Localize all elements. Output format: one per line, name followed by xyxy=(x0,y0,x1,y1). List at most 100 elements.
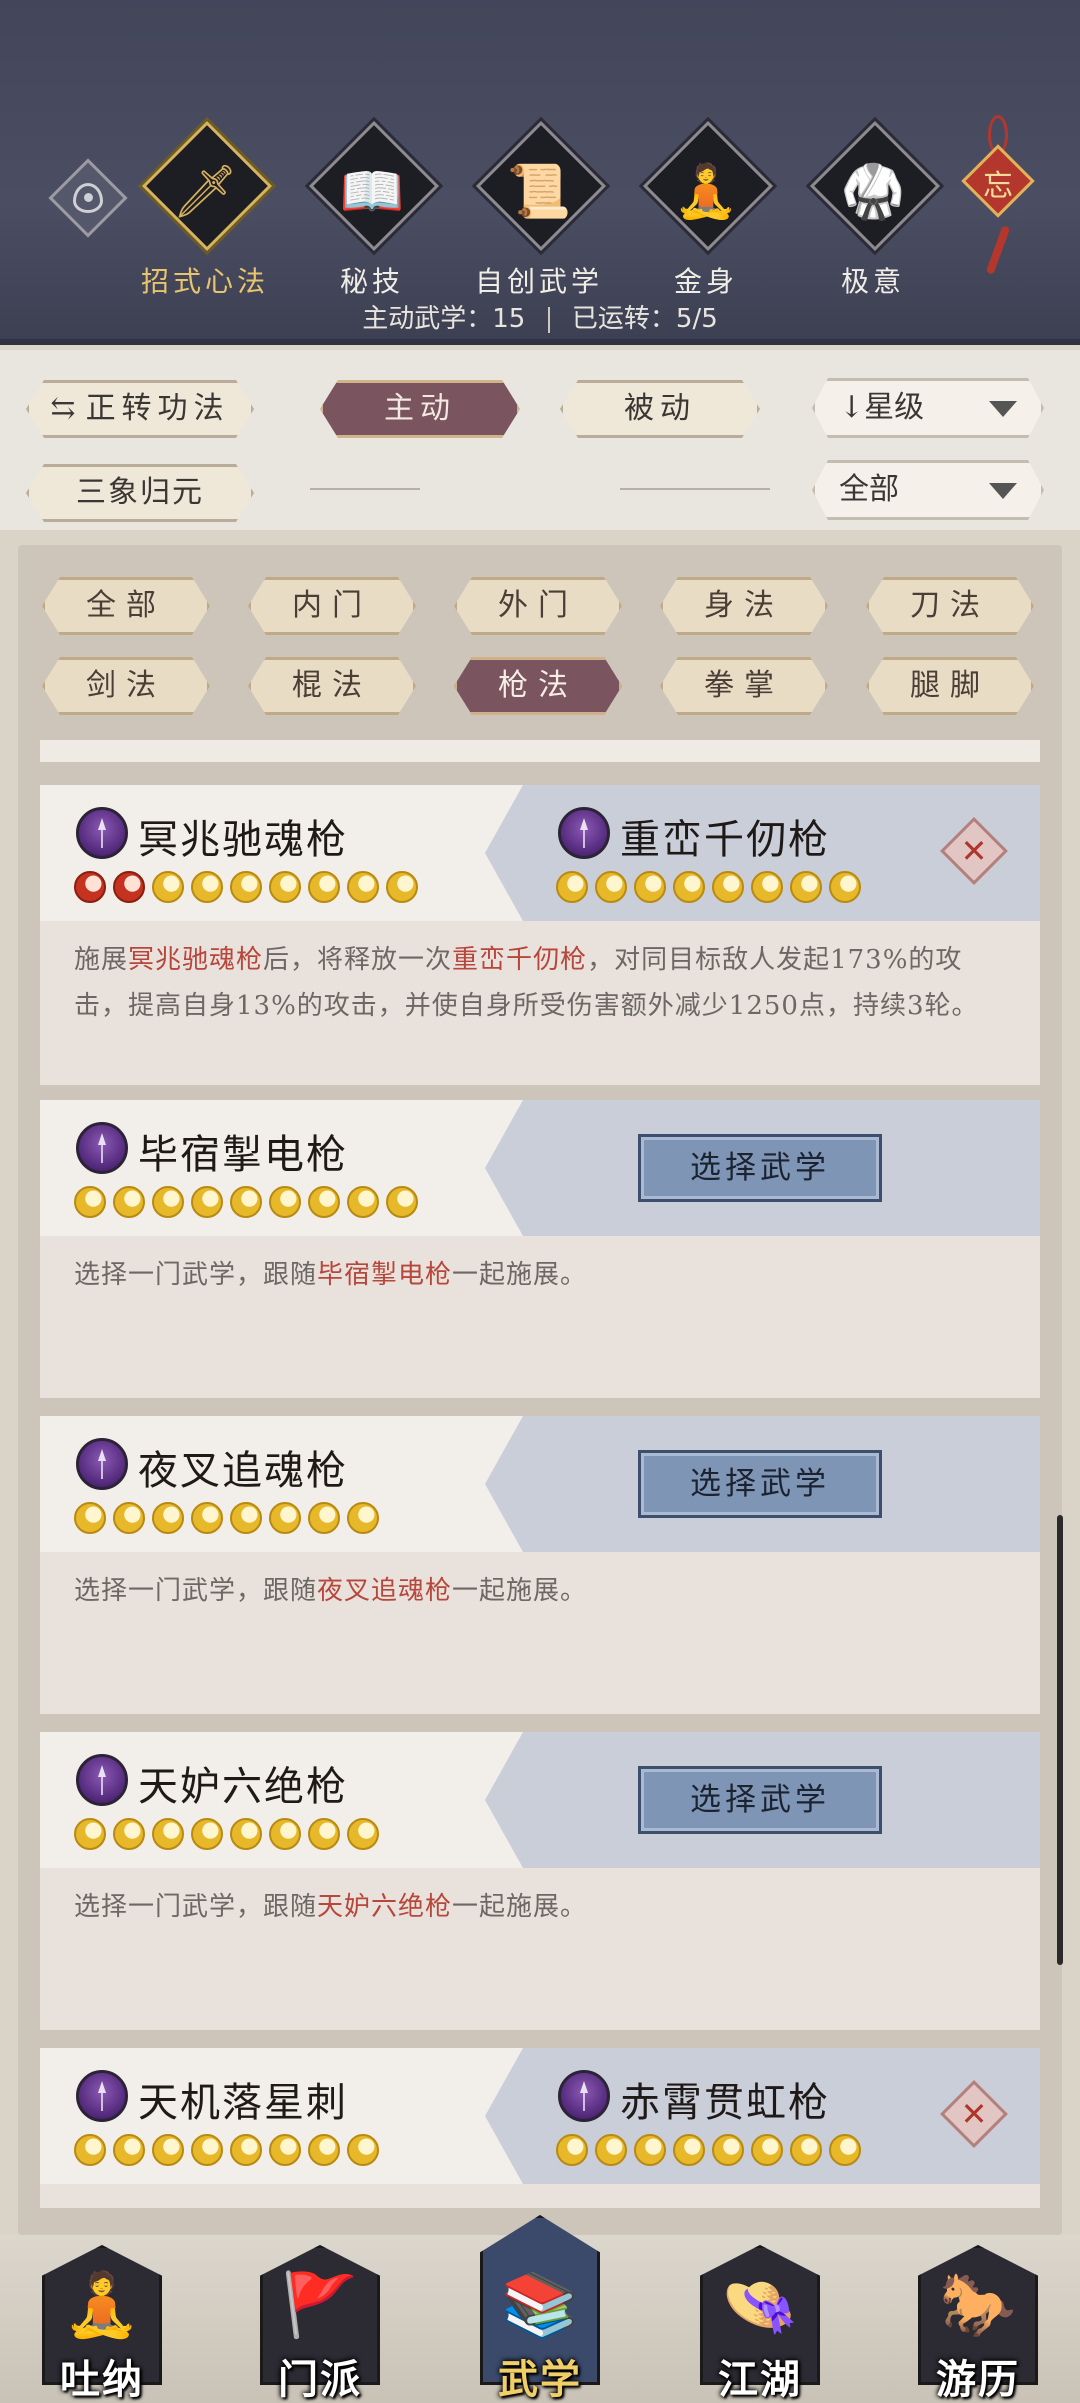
highlighted-skill-name: 天妒六绝枪 xyxy=(317,1892,453,1922)
decor-line-left xyxy=(310,488,420,490)
select-martial-art-button[interactable]: 选择武学 xyxy=(638,1134,882,1202)
nav-label: 吐纳 xyxy=(60,2356,144,2403)
gold-star-icon xyxy=(74,1818,106,1850)
horse-icon: 🐎 xyxy=(939,2268,1017,2341)
primary-skill-stars xyxy=(74,1186,425,1220)
active-arts-count: 15 xyxy=(492,304,526,334)
category-sword[interactable]: 剑法 xyxy=(42,657,210,715)
three-elements-button[interactable]: 三象归元 xyxy=(26,464,254,522)
gold-star-icon xyxy=(230,1186,262,1218)
gold-star-icon xyxy=(308,2134,340,2166)
close-icon: ✕ xyxy=(960,832,988,870)
category-inner[interactable]: 内门 xyxy=(248,577,416,635)
gold-star-icon xyxy=(556,2134,588,2166)
primary-skill-stars xyxy=(74,1818,386,1852)
gold-star-icon xyxy=(673,2134,705,2166)
close-icon: ✕ xyxy=(960,2095,988,2133)
reverse-art-switch-button[interactable]: ⇆ 正转功法 xyxy=(26,380,254,438)
skill-description: 选择一门武学，跟随夜叉追魂枪一起施展。 xyxy=(74,1568,1014,1614)
spear-skill-icon[interactable] xyxy=(76,1754,128,1806)
category-blade[interactable]: 刀法 xyxy=(866,577,1034,635)
gold-star-icon xyxy=(556,871,588,903)
nav-breathing[interactable]: 🧘 吐纳 xyxy=(22,2235,182,2403)
gold-star-icon xyxy=(790,871,822,903)
spear-skill-icon[interactable] xyxy=(558,807,610,859)
gold-star-icon xyxy=(347,1502,379,1534)
gold-star-icon xyxy=(634,2134,666,2166)
list-top-edge xyxy=(40,740,1040,762)
gold-star-icon xyxy=(269,871,301,903)
gold-star-icon xyxy=(595,871,627,903)
tab-label: 金身 xyxy=(673,265,738,298)
tab-moves-mind-arts[interactable]: 🗡 招式心法 xyxy=(135,120,275,300)
description-text: 选择一门武学，跟随 xyxy=(74,1892,318,1922)
spear-skill-icon[interactable] xyxy=(76,1438,128,1490)
category-outer[interactable]: 外门 xyxy=(454,577,622,635)
gold-star-icon xyxy=(347,1186,379,1218)
red-star-icon xyxy=(113,871,145,903)
scope-dropdown[interactable]: 全部 xyxy=(812,460,1044,520)
tab-ultimate-intent[interactable]: 🥋 极意 xyxy=(803,120,943,300)
spear-skill-icon[interactable] xyxy=(76,807,128,859)
category-leg-kick[interactable]: 腿脚 xyxy=(866,657,1034,715)
nav-travel[interactable]: 🐎 游历 xyxy=(898,2235,1058,2403)
gold-star-icon xyxy=(347,2134,379,2166)
category-spear[interactable]: 枪法 xyxy=(454,657,622,715)
tab-active[interactable]: 主动 xyxy=(320,380,520,438)
gold-star-icon xyxy=(308,1502,340,1534)
gold-star-icon xyxy=(269,1502,301,1534)
tab-self-created-arts[interactable]: 📜 自创武学 xyxy=(469,120,609,300)
tab-secret-techniques[interactable]: 📖 秘技 xyxy=(302,120,442,300)
arrow-down-icon: ↓ xyxy=(839,390,865,425)
gold-star-icon xyxy=(386,1186,418,1218)
gold-star-icon xyxy=(347,1818,379,1850)
nav-sect[interactable]: 🚩 门派 xyxy=(240,2235,400,2403)
sort-dropdown[interactable]: ↓星级 xyxy=(812,378,1044,438)
gold-star-icon xyxy=(829,871,861,903)
monk-icon: 🧘 xyxy=(63,2268,141,2341)
gold-star-icon xyxy=(308,871,340,903)
divider xyxy=(547,306,550,333)
gold-star-icon xyxy=(269,1186,301,1218)
tab-passive[interactable]: 被动 xyxy=(560,380,760,438)
category-staff[interactable]: 棍法 xyxy=(248,657,416,715)
visibility-toggle-button[interactable] xyxy=(48,158,128,238)
category-fist-palm[interactable]: 拳掌 xyxy=(660,657,828,715)
bottom-nav: 🧘 吐纳 🚩 门派 📚 武学 👒 江湖 🐎 游历 xyxy=(0,2215,1080,2403)
gold-star-icon xyxy=(74,1502,106,1534)
scroll-icon: 📜 xyxy=(506,162,572,222)
tab-label: 极意 xyxy=(840,265,905,298)
nav-label: 武学 xyxy=(498,2356,582,2403)
gold-star-icon xyxy=(74,1186,106,1218)
primary-skill-name: 夜叉追魂枪 xyxy=(138,1448,348,1494)
spear-skill-icon[interactable] xyxy=(76,1122,128,1174)
tab-label: 自创武学 xyxy=(474,265,603,298)
top-tab-bar: 🗡 招式心法 📖 秘技 📜 自创武学 🧘 金身 🥋 极意 xyxy=(0,120,1080,298)
running-value: 5/5 xyxy=(675,304,718,334)
gold-star-icon xyxy=(113,1186,145,1218)
category-movement[interactable]: 身法 xyxy=(660,577,828,635)
nav-martial-arts[interactable]: 📚 武学 xyxy=(460,2215,620,2403)
gold-star-icon xyxy=(712,871,744,903)
select-martial-art-button[interactable]: 选择武学 xyxy=(638,1450,882,1518)
category-all[interactable]: 全部 xyxy=(42,577,210,635)
nav-label: 门派 xyxy=(278,2356,362,2403)
top-bar: 🗡 招式心法 📖 秘技 📜 自创武学 🧘 金身 🥋 极意 忘 主动武学：15 已… xyxy=(0,0,1080,345)
select-martial-art-button[interactable]: 选择武学 xyxy=(638,1766,882,1834)
spear-skill-icon[interactable] xyxy=(76,2070,128,2122)
book-icon: 📖 xyxy=(339,162,405,222)
nav-jianghu[interactable]: 👒 江湖 xyxy=(680,2235,840,2403)
highlighted-skill-name: 重峦千仞枪 xyxy=(452,945,588,975)
chevron-down-icon xyxy=(989,483,1017,499)
tab-golden-body[interactable]: 🧘 金身 xyxy=(636,120,776,300)
spear-skill-icon[interactable] xyxy=(558,2070,610,2122)
gold-star-icon xyxy=(113,1502,145,1534)
gold-star-icon xyxy=(74,2134,106,2166)
skill-combo-card: 冥兆驰魂枪 重峦千仞枪 ✕ 施展冥兆驰魂枪后，将释放一次重峦千仞枪，对同目标敌人… xyxy=(40,785,1040,1085)
skill-description: 选择一门武学，跟随毕宿掣电枪一起施展。 xyxy=(74,1252,1014,1298)
highlighted-skill-name: 冥兆驰魂枪 xyxy=(128,945,264,975)
primary-skill-name: 冥兆驰魂枪 xyxy=(138,817,348,863)
list-scrollbar[interactable] xyxy=(1057,1515,1063,1965)
gold-star-icon xyxy=(269,2134,301,2166)
chinese-knot-button[interactable]: 忘 xyxy=(960,115,1035,275)
